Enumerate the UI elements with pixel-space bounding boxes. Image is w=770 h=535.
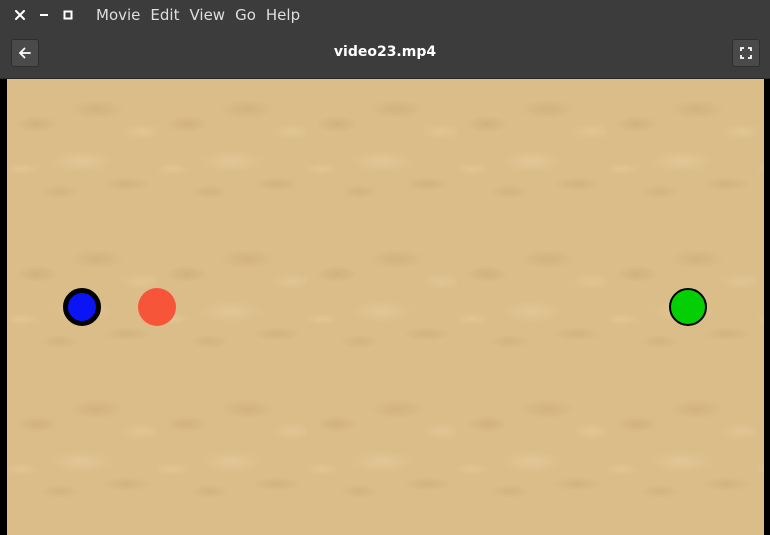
red-ball (138, 288, 176, 326)
blue-ball (63, 288, 101, 326)
close-icon[interactable] (8, 3, 32, 27)
header-bar: video23.mp4 (0, 30, 770, 79)
fullscreen-button[interactable] (732, 39, 760, 67)
video-surface[interactable] (7, 79, 764, 535)
video-frame (0, 79, 770, 535)
menu-edit[interactable]: Edit (145, 6, 184, 24)
minimize-icon[interactable] (32, 3, 56, 27)
window-title: video23.mp4 (333, 44, 437, 60)
menu-movie[interactable]: Movie (91, 6, 145, 24)
menu-list: Movie Edit View Go Help (91, 6, 305, 24)
fullscreen-icon (740, 47, 752, 59)
video-player-window: Movie Edit View Go Help video23.mp4 (0, 0, 770, 535)
menu-view[interactable]: View (184, 6, 230, 24)
green-ball (669, 288, 707, 326)
menu-bar: Movie Edit View Go Help (0, 0, 770, 30)
maximize-icon[interactable] (56, 3, 80, 27)
menu-go[interactable]: Go (230, 6, 261, 24)
menu-help[interactable]: Help (261, 6, 305, 24)
window-controls (8, 3, 80, 27)
